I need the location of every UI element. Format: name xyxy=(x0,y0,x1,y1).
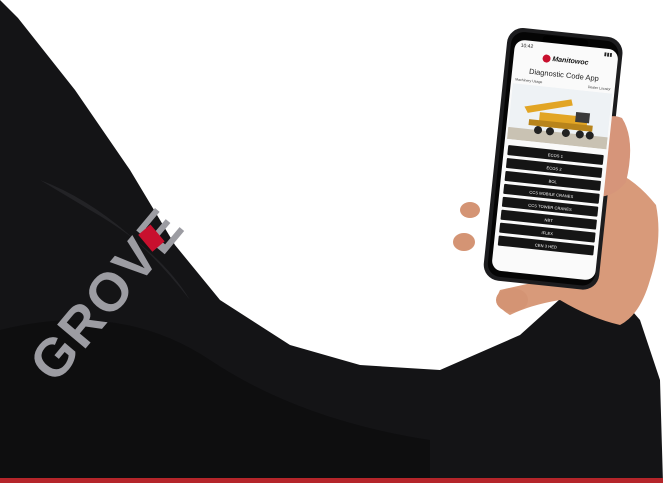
finger-1 xyxy=(460,202,480,218)
battery-icon: ▮▮▮ xyxy=(603,51,613,59)
brand-mark-icon xyxy=(542,54,551,63)
finger-3 xyxy=(496,288,528,312)
brand-name: Manitowoc xyxy=(552,56,589,67)
bottom-accent-line xyxy=(0,478,663,483)
status-time: 10:42 xyxy=(520,42,534,51)
finger-2 xyxy=(453,233,475,251)
menu-list: ECOS 1 ECOS 2 BOL CCS MOBILE CRANES CCS TOWE… xyxy=(497,145,604,258)
crane-image xyxy=(506,83,613,150)
